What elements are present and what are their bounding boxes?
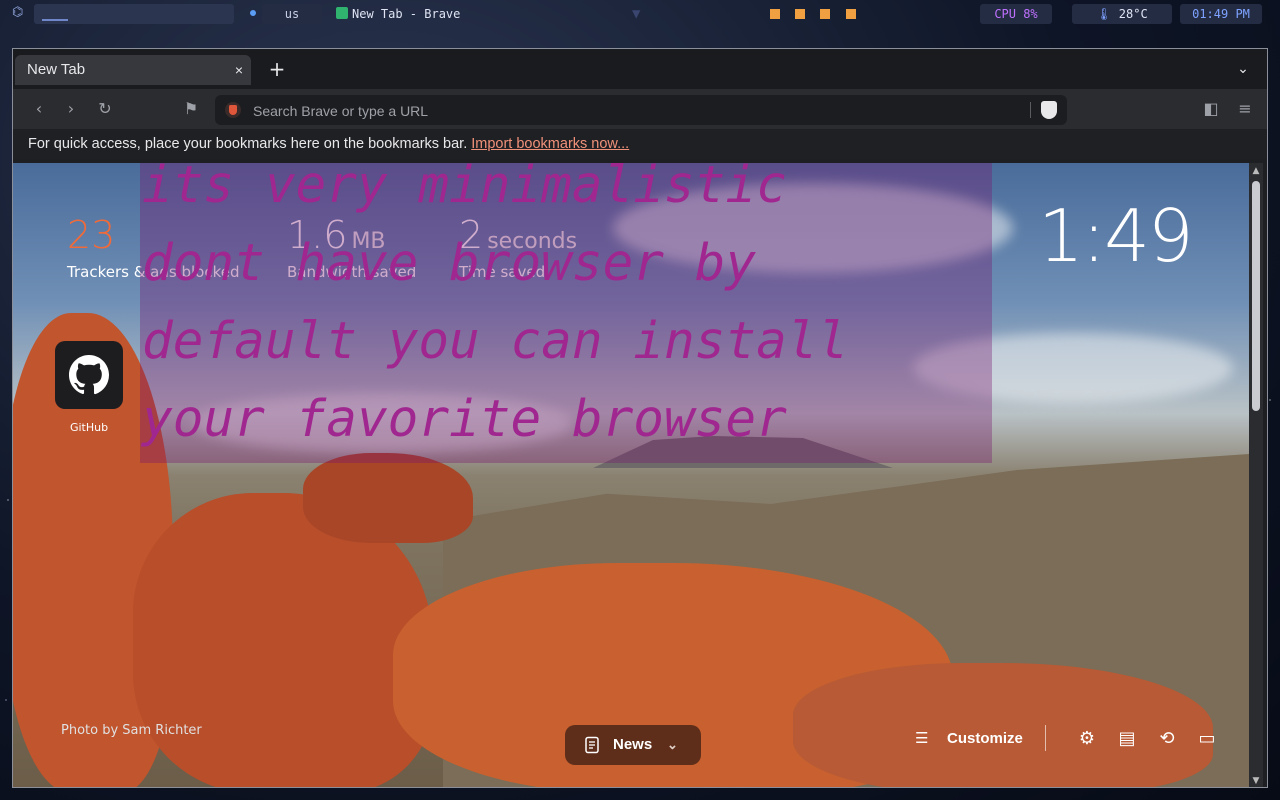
sliders-icon: ☰ [915,730,929,747]
temperature-value: 28°C [1118,7,1148,21]
status-dot-icon [250,10,256,16]
annotation-text: its very minimalistic dont have browser … [142,163,849,449]
bookmarks-bar: For quick access, place your bookmarks h… [13,129,1267,159]
back-button[interactable]: ‹ [29,99,49,119]
temperature-widget: 🌡 28°C [1072,4,1172,24]
customize-label: Customize [947,730,1023,747]
video-call-icon[interactable]: ▭ [1195,727,1219,751]
close-tab-icon[interactable]: × [235,55,243,85]
stat-trackers-value: 23 [67,213,116,257]
system-bar: ⌬ us New Tab - Brave ▼ CPU 8% 🌡 28°C 01:… [0,0,1280,28]
bookmarks-icon[interactable]: ▤ [1115,727,1139,751]
omnibox-divider [1030,102,1031,118]
background-rock [303,453,473,543]
url-input[interactable] [251,95,1015,127]
brave-shields-icon[interactable] [1041,101,1057,119]
toolbar: ‹ › ↻ ⚑ ◧ ≡ [13,89,1267,129]
customize-button[interactable]: ☰ Customize [915,729,1023,747]
browser-window: New Tab × + ⌄ ‹ › ↻ ⚑ ◧ ≡ For quick acce… [12,48,1268,788]
news-button[interactable]: News ⌄ [565,725,701,765]
controls-divider [1045,725,1046,751]
settings-gear-icon[interactable]: ⚙ [1075,727,1099,751]
new-tab-page: 23 Trackers & ads blocked 1.6 MB Bandwidt… [13,163,1251,787]
launcher-icon[interactable]: ⌬ [12,6,26,20]
distro-logo-icon: ▼ [632,6,641,22]
tray-icon[interactable] [820,9,830,19]
forward-button[interactable]: › [61,99,81,119]
top-site-github[interactable] [55,341,123,409]
scroll-thumb[interactable] [1252,181,1260,411]
address-bar[interactable] [215,95,1067,127]
stat-trackers: 23 Trackers & ads blocked [67,213,239,281]
news-icon [585,736,599,754]
brave-app-icon [336,7,348,19]
tab-search-chevron-icon[interactable]: ⌄ [1233,59,1253,79]
site-shield-icon[interactable] [225,102,241,118]
active-window-title: New Tab - Brave [336,5,460,23]
annotation-overlay: its very minimalistic dont have browser … [140,163,992,463]
tab-strip: New Tab × + ⌄ [13,49,1267,89]
chevron-down-icon: ⌄ [667,737,678,752]
tab-new-tab[interactable]: New Tab × [15,55,251,85]
import-bookmarks-link[interactable]: Import bookmarks now... [471,136,629,152]
bookmarks-bar-message: For quick access, place your bookmarks h… [28,136,468,152]
github-icon [69,355,109,395]
window-title-text: New Tab - Brave [352,7,461,21]
top-site-label: GitHub [69,421,109,434]
new-tab-button[interactable]: + [265,57,289,81]
system-clock: 01:49 PM [1180,4,1262,24]
scroll-down-icon[interactable]: ▼ [1249,775,1263,787]
keyboard-layout[interactable]: us [262,4,322,24]
ntp-bottom-controls: ☰ Customize ⚙ ▤ ⟲ ▭ [915,719,1225,759]
scroll-up-icon[interactable]: ▲ [1249,165,1263,177]
ntp-clock: 1:49 [1038,194,1194,278]
bookmark-icon[interactable]: ⚑ [181,99,201,119]
photo-credit[interactable]: Photo by Sam Richter [61,723,202,738]
thermometer-icon: 🌡 [1096,7,1112,21]
active-workspace-marker [42,19,68,21]
sidebar-toggle-icon[interactable]: ◧ [1201,99,1221,119]
tray-icon[interactable] [770,9,780,19]
tab-title: New Tab [27,61,86,78]
page-scrollbar[interactable]: ▲ ▼ [1249,163,1263,787]
reload-button[interactable]: ↻ [95,99,115,119]
tray-icon[interactable] [846,9,856,19]
cpu-widget: CPU 8% [980,4,1052,24]
tray-icon[interactable] [795,9,805,19]
menu-icon[interactable]: ≡ [1235,99,1255,119]
history-icon[interactable]: ⟲ [1155,727,1179,751]
workspace-indicator[interactable] [34,4,234,24]
news-label: News [613,736,653,753]
